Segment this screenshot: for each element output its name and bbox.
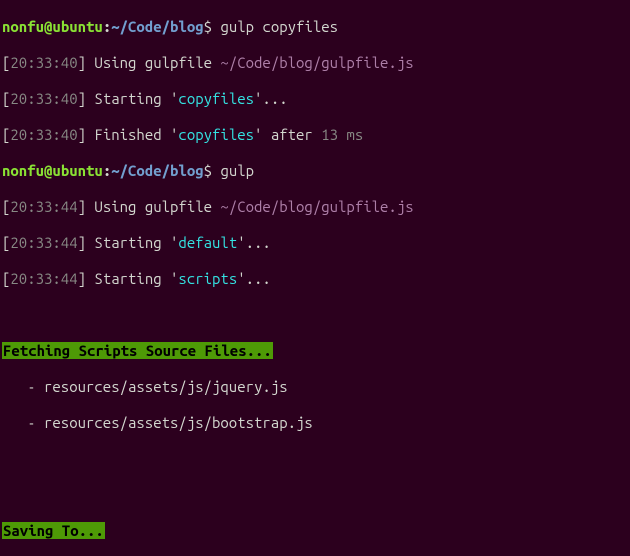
prompt-dollar: $ [204, 18, 221, 35]
log-text: Using gulpfile [86, 198, 220, 215]
blank-line [2, 306, 628, 324]
timestamp: 20:33:44 [10, 234, 77, 251]
timestamp: 20:33:40 [10, 126, 77, 143]
timestamp: 20:33:44 [10, 270, 77, 287]
command-input[interactable]: gulp copyfiles [220, 18, 338, 35]
duration: 13 ms [321, 126, 363, 143]
prompt-line: nonfu@ubuntu:~/Code/blog$ gulp [2, 162, 628, 180]
source-file: - resources/assets/js/bootstrap.js [2, 414, 628, 432]
prompt-colon: : [103, 18, 111, 35]
timestamp: 20:33:44 [10, 198, 77, 215]
section-header: Fetching Scripts Source Files... [2, 342, 628, 360]
prompt-line: nonfu@ubuntu:~/Code/blog$ gulp copyfiles [2, 18, 628, 36]
log-line: [20:33:44] Starting 'default'... [2, 234, 628, 252]
prompt-user: nonfu [2, 162, 44, 179]
prompt-user: nonfu [2, 18, 44, 35]
terminal-output: nonfu@ubuntu:~/Code/blog$ gulp copyfiles… [0, 0, 630, 556]
log-line: [20:33:44] Using gulpfile ~/Code/blog/gu… [2, 198, 628, 216]
log-line: [20:33:40] Finished 'copyfiles' after 13… [2, 126, 628, 144]
task-name: default [178, 234, 237, 251]
header-saving-to: Saving To... [2, 522, 105, 539]
log-text: Starting ' [86, 90, 178, 107]
prompt-path: ~/Code/blog [111, 162, 203, 179]
blank-line [2, 450, 628, 468]
gulpfile-path: ~/Code/blog/gulpfile.js [220, 198, 413, 215]
task-name: copyfiles [178, 126, 254, 143]
log-text: Using gulpfile [86, 54, 220, 71]
log-line: [20:33:40] Using gulpfile ~/Code/blog/gu… [2, 54, 628, 72]
header-fetching-scripts: Fetching Scripts Source Files... [2, 342, 273, 359]
source-file: - resources/assets/js/jquery.js [2, 378, 628, 396]
log-line: [20:33:40] Starting 'copyfiles'... [2, 90, 628, 108]
task-name: copyfiles [178, 90, 254, 107]
prompt-host: ubuntu [52, 162, 102, 179]
prompt-host: ubuntu [52, 18, 102, 35]
log-line: [20:33:44] Starting 'scripts'... [2, 270, 628, 288]
section-header: Saving To... [2, 522, 628, 540]
timestamp: 20:33:40 [10, 90, 77, 107]
prompt-path: ~/Code/blog [111, 18, 203, 35]
blank-line [2, 486, 628, 504]
bracket-close: ] [78, 54, 86, 71]
command-input[interactable]: gulp [220, 162, 254, 179]
task-name: scripts [178, 270, 237, 287]
timestamp: 20:33:40 [10, 54, 77, 71]
gulpfile-path: ~/Code/blog/gulpfile.js [220, 54, 413, 71]
log-text: Finished ' [86, 126, 178, 143]
